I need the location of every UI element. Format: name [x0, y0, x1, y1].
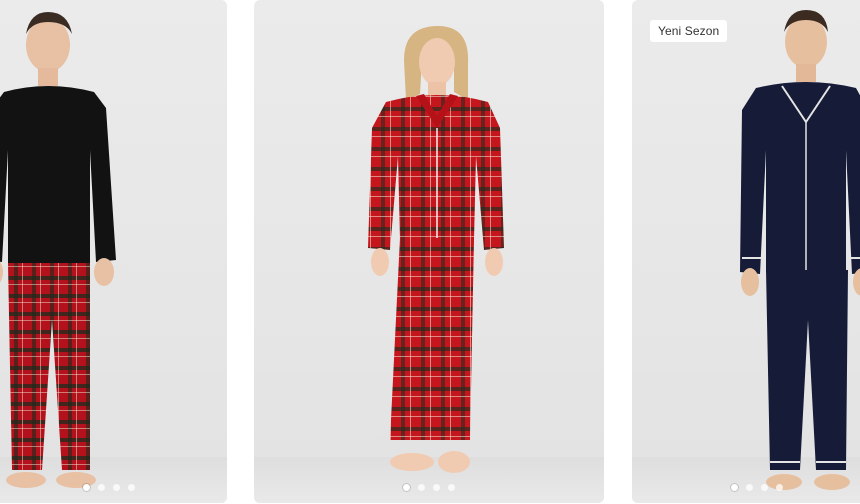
carousel-dot[interactable]: [82, 484, 90, 491]
product-card-2[interactable]: [254, 0, 604, 503]
carousel-dot[interactable]: [418, 484, 425, 491]
carousel-dot[interactable]: [776, 484, 783, 491]
carousel-dot[interactable]: [448, 484, 455, 491]
carousel-dot[interactable]: [97, 484, 105, 491]
carousel-dot[interactable]: [761, 484, 768, 491]
product-image-2[interactable]: [254, 0, 604, 503]
carousel-dots: [731, 484, 783, 491]
carousel-dot[interactable]: [403, 484, 410, 491]
new-season-badge: Yeni Sezon: [650, 20, 728, 42]
carousel-dots: [82, 484, 135, 491]
carousel-dots: [403, 484, 455, 491]
product-image-3[interactable]: [632, 0, 860, 503]
carousel-dot[interactable]: [433, 484, 440, 491]
carousel-dot[interactable]: [746, 484, 753, 491]
product-card-3[interactable]: Yeni Sezon: [632, 0, 860, 503]
product-image-1[interactable]: [0, 0, 227, 503]
carousel-dot[interactable]: [731, 484, 738, 491]
product-card-1[interactable]: [0, 0, 227, 503]
carousel-dot[interactable]: [127, 484, 135, 491]
carousel-dot[interactable]: [112, 484, 120, 491]
